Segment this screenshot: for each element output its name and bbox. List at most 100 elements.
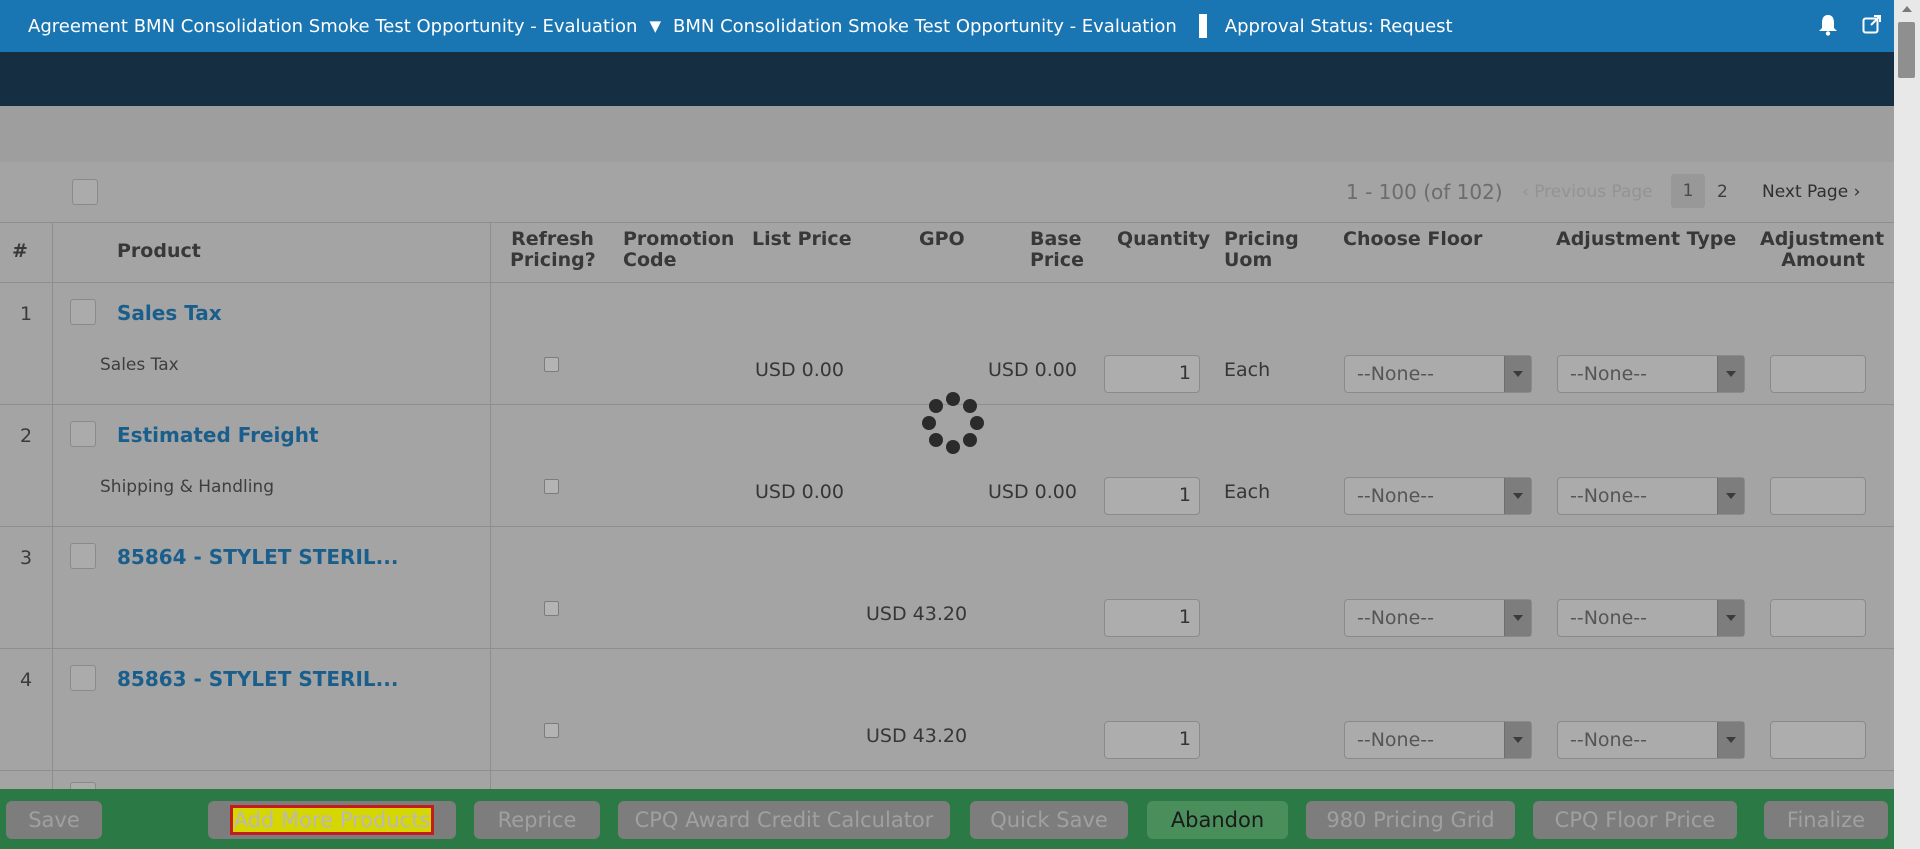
col-header-list-price: List Price <box>752 228 852 250</box>
adjustment-type-select[interactable]: --None-- <box>1557 721 1745 759</box>
reprice-button[interactable]: Reprice <box>474 801 600 839</box>
col-header-pricing-uom: Pricing Uom <box>1224 228 1299 271</box>
save-button[interactable]: Save <box>6 801 102 839</box>
adjustment-type-value: --None-- <box>1570 485 1647 507</box>
cpq-floor-price-button[interactable]: CPQ Floor Price <box>1533 801 1737 839</box>
approval-status: Approval Status: Request <box>1224 15 1453 37</box>
row-number: 4 <box>20 669 33 691</box>
select-all-checkbox[interactable] <box>72 179 98 205</box>
adjustment-type-value: --None-- <box>1570 607 1647 629</box>
finalize-button[interactable]: Finalize <box>1764 801 1888 839</box>
choose-floor-select[interactable]: --None-- <box>1344 721 1532 759</box>
col-header-gpo: GPO <box>919 228 965 250</box>
chevron-down-icon <box>1717 356 1744 392</box>
row-select-checkbox[interactable] <box>70 543 96 569</box>
product-link[interactable]: 85864 - STYLET STERIL... <box>117 545 398 569</box>
base-price-value: USD 0.00 <box>988 359 1077 381</box>
page-1-button[interactable]: 1 <box>1671 174 1705 208</box>
chevron-down-icon <box>1504 356 1531 392</box>
choose-floor-value: --None-- <box>1357 729 1434 751</box>
row-number: 3 <box>20 547 33 569</box>
table-row: 4 85863 - STYLET STERIL... USD 43.20 1 -… <box>0 649 1894 771</box>
external-link-icon[interactable] <box>1862 14 1882 34</box>
base-price-value: USD 0.00 <box>988 481 1077 503</box>
add-more-products-button[interactable]: Add More Products <box>208 801 456 839</box>
section-band <box>0 106 1894 162</box>
navigation-bar <box>0 52 1894 106</box>
adjustment-type-select[interactable]: --None-- <box>1557 355 1745 393</box>
table-row: 3 85864 - STYLET STERIL... USD 43.20 1 -… <box>0 527 1894 649</box>
quantity-input[interactable]: 1 <box>1104 599 1200 637</box>
row-select-checkbox[interactable] <box>70 665 96 691</box>
list-price-value: USD 0.00 <box>755 481 844 503</box>
caret-down-icon[interactable]: ▼ <box>649 17 661 35</box>
product-link[interactable]: 85863 - STYLET STERIL... <box>117 667 398 691</box>
col-header-quantity: Quantity <box>1117 228 1211 250</box>
chevron-down-icon <box>1717 600 1744 636</box>
col-header-choose-floor: Choose Floor <box>1343 228 1483 250</box>
quick-save-button[interactable]: Quick Save <box>970 801 1128 839</box>
adjustment-type-select[interactable]: --None-- <box>1557 477 1745 515</box>
adjustment-amount-input[interactable] <box>1770 599 1866 637</box>
adjustment-type-value: --None-- <box>1570 729 1647 751</box>
product-description: Sales Tax <box>100 355 179 375</box>
quantity-input[interactable]: 1 <box>1104 477 1200 515</box>
loading-spinner-icon <box>922 392 984 454</box>
chevron-down-icon <box>1504 478 1531 514</box>
row-select-checkbox[interactable] <box>70 421 96 447</box>
previous-page-link[interactable]: ‹ Previous Page <box>1522 182 1653 202</box>
refresh-pricing-checkbox[interactable] <box>544 601 559 616</box>
bell-icon[interactable] <box>1818 14 1838 36</box>
table-toolbar: 1 - 100 (of 102) ‹ Previous Page 1 2 Nex… <box>0 162 1894 223</box>
col-header-product[interactable]: Product <box>117 241 201 262</box>
vertical-scrollbar[interactable] <box>1894 0 1920 849</box>
refresh-pricing-checkbox[interactable] <box>544 357 559 372</box>
chevron-down-icon <box>1717 478 1744 514</box>
choose-floor-select[interactable]: --None-- <box>1344 355 1532 393</box>
product-link[interactable]: Estimated Freight <box>117 423 319 447</box>
col-header-adjustment-amount: Adjustment Amount <box>1760 228 1885 271</box>
product-link[interactable]: Sales Tax <box>117 301 222 325</box>
product-description: Shipping & Handling <box>100 477 275 497</box>
header-separator <box>1198 14 1207 38</box>
list-price-value: USD 0.00 <box>755 359 844 381</box>
col-header-refresh-pricing: Refresh Pricing? <box>510 228 596 271</box>
adjustment-amount-input[interactable] <box>1770 477 1866 515</box>
choose-floor-value: --None-- <box>1357 607 1434 629</box>
scrollbar-thumb[interactable] <box>1898 22 1915 78</box>
row-select-checkbox[interactable] <box>70 299 96 325</box>
choose-floor-select[interactable]: --None-- <box>1344 599 1532 637</box>
record-count: 1 - 100 (of 102) <box>1346 180 1503 204</box>
quantity-input[interactable]: 1 <box>1104 721 1200 759</box>
pricing-grid-button[interactable]: 980 Pricing Grid <box>1306 801 1515 839</box>
refresh-pricing-checkbox[interactable] <box>544 479 559 494</box>
adjustment-amount-input[interactable] <box>1770 721 1866 759</box>
chevron-down-icon <box>1504 722 1531 758</box>
scroll-up-arrow-icon[interactable] <box>1902 6 1912 12</box>
gpo-value: USD 43.20 <box>866 603 968 625</box>
adjustment-amount-input[interactable] <box>1770 355 1866 393</box>
add-more-products-label: Add More Products <box>229 805 435 835</box>
refresh-pricing-checkbox[interactable] <box>544 723 559 738</box>
col-header-num: # <box>12 240 28 262</box>
abandon-button[interactable]: Abandon <box>1147 801 1288 839</box>
row-number: 1 <box>20 303 33 325</box>
quantity-input[interactable]: 1 <box>1104 355 1200 393</box>
next-page-link[interactable]: Next Page › <box>1762 182 1860 202</box>
chevron-down-icon <box>1504 600 1531 636</box>
choose-floor-value: --None-- <box>1357 363 1434 385</box>
table-header: # Product Refresh Pricing? Promotion Cod… <box>0 222 1894 283</box>
pricing-uom-value: Each <box>1224 359 1271 381</box>
page-2-button[interactable]: 2 <box>1717 182 1728 202</box>
adjustment-type-value: --None-- <box>1570 363 1647 385</box>
col-header-promotion-code: Promotion Code <box>623 228 735 271</box>
cpq-award-credit-calculator-button[interactable]: CPQ Award Credit Calculator <box>618 801 950 839</box>
chevron-down-icon <box>1717 722 1744 758</box>
opportunity-title: BMN Consolidation Smoke Test Opportunity… <box>673 15 1177 37</box>
choose-floor-select[interactable]: --None-- <box>1344 477 1532 515</box>
col-header-adjustment-type: Adjustment Type <box>1556 228 1737 250</box>
action-footer: Save Add More Products Reprice CPQ Award… <box>0 789 1894 849</box>
top-header-bar: Agreement BMN Consolidation Smoke Test O… <box>0 0 1894 52</box>
adjustment-type-select[interactable]: --None-- <box>1557 599 1745 637</box>
pricing-uom-value: Each <box>1224 481 1271 503</box>
